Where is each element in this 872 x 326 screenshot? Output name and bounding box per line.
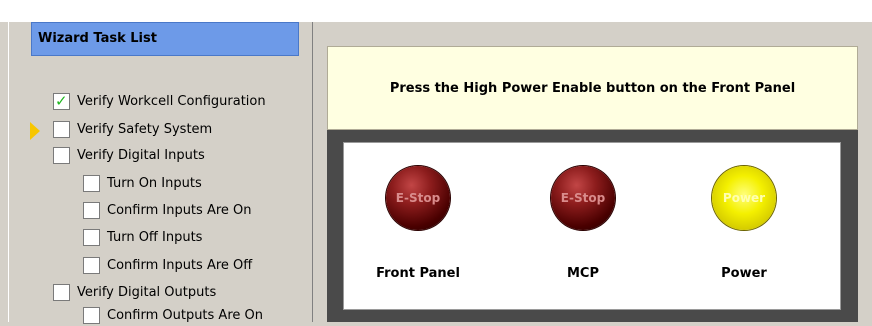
checkmark-icon: ✓ bbox=[55, 92, 68, 110]
task-label: Turn On Inputs bbox=[107, 176, 202, 191]
task-checkbox[interactable] bbox=[83, 307, 100, 324]
task-label: Verify Safety System bbox=[77, 122, 213, 137]
task-checkbox[interactable] bbox=[83, 202, 100, 219]
task-checkbox[interactable] bbox=[53, 147, 70, 164]
task-checkbox[interactable] bbox=[83, 229, 100, 246]
top-bar bbox=[0, 0, 872, 22]
front-panel-estop-indicator: E-Stop bbox=[386, 166, 450, 230]
mcp-estop-indicator: E-Stop bbox=[551, 166, 615, 230]
indicator-text: E-Stop bbox=[560, 191, 606, 205]
task-label: Confirm Inputs Are On bbox=[107, 203, 252, 218]
task-label: Verify Digital Inputs bbox=[77, 148, 205, 163]
wizard-task-list-header: Wizard Task List bbox=[31, 22, 299, 56]
task-label: Verify Workcell Configuration bbox=[77, 94, 266, 109]
indicator-text: E-Stop bbox=[395, 191, 441, 205]
task-label: Verify Digital Outputs bbox=[77, 285, 217, 300]
current-task-arrow-icon bbox=[30, 122, 40, 140]
indicator-text: Power bbox=[722, 191, 766, 205]
power-indicator: Power bbox=[712, 166, 776, 230]
task-label: Confirm Inputs Are Off bbox=[107, 258, 253, 273]
instruction-text: Press the High Power Enable button on th… bbox=[327, 46, 858, 130]
task-checkbox[interactable]: ✓ bbox=[53, 92, 70, 110]
wizard-task-panel bbox=[8, 22, 313, 322]
mcp-label: MCP bbox=[566, 266, 599, 281]
task-checkbox[interactable] bbox=[53, 284, 70, 301]
task-label: Turn Off Inputs bbox=[107, 230, 203, 245]
task-label: Confirm Outputs Are On bbox=[107, 308, 263, 323]
power-label: Power bbox=[721, 266, 767, 281]
task-checkbox[interactable] bbox=[53, 121, 70, 138]
task-checkbox[interactable] bbox=[83, 175, 100, 192]
task-checkbox[interactable] bbox=[83, 257, 100, 274]
front-panel-label: Front Panel bbox=[376, 266, 460, 281]
